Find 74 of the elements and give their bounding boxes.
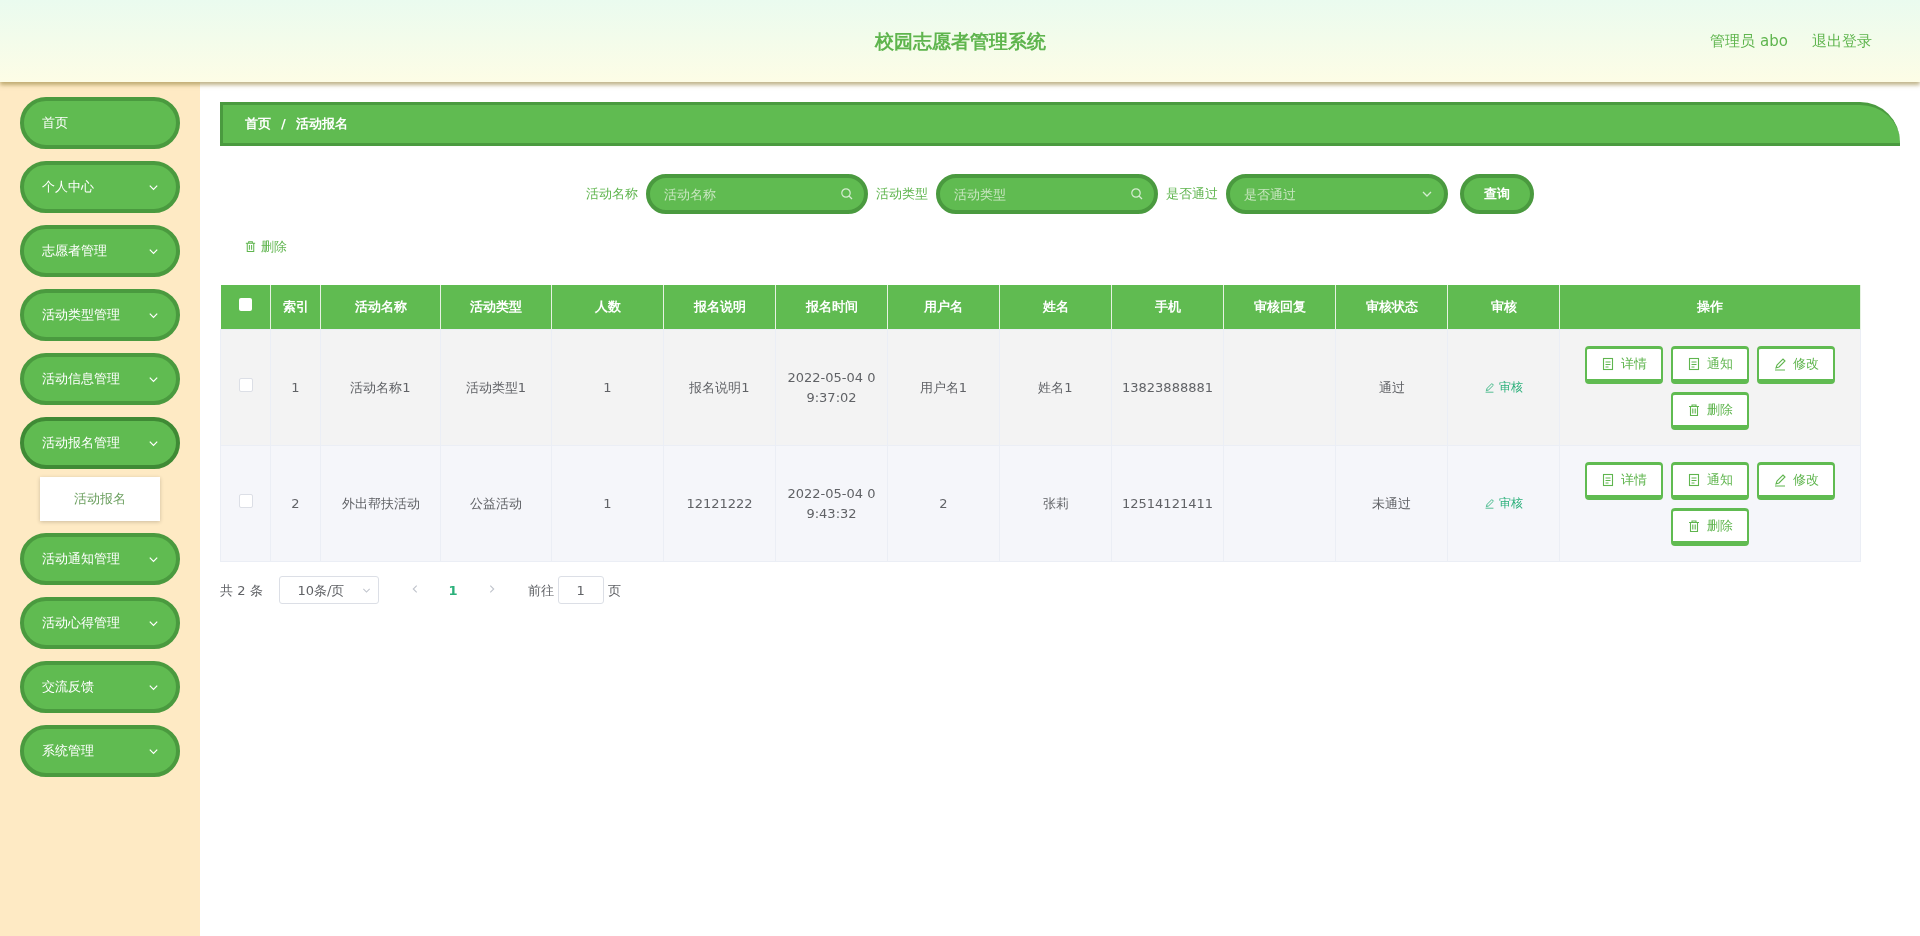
column-header: 人数 bbox=[594, 299, 621, 315]
sidebar-menu-item[interactable]: 活动心得管理 bbox=[20, 597, 180, 649]
action-button[interactable]: 修改 bbox=[1757, 461, 1835, 500]
table-cell: 活动类型1 bbox=[465, 380, 527, 395]
field-label: 活动名称 bbox=[586, 185, 638, 204]
sidebar-submenu-item[interactable]: 活动报名 bbox=[40, 477, 160, 521]
review-link[interactable]: 审核 bbox=[1478, 377, 1529, 398]
table-cell: 13823888881 bbox=[1122, 380, 1213, 395]
logout-link[interactable]: 退出登录 bbox=[1812, 29, 1872, 53]
sidebar-menu-item[interactable]: 志愿者管理 bbox=[20, 225, 180, 277]
action-button[interactable]: 修改 bbox=[1757, 345, 1835, 384]
column-header: 姓名 bbox=[1042, 299, 1069, 315]
action-button[interactable]: 详情 bbox=[1585, 345, 1663, 384]
table-cell: 2 bbox=[939, 496, 948, 511]
column-header: 报名说明 bbox=[693, 299, 746, 315]
sidebar-menu-item[interactable]: 个人中心 bbox=[20, 161, 180, 213]
sidebar-menu-item[interactable]: 系统管理 bbox=[20, 725, 180, 777]
page-input[interactable]: 1 bbox=[557, 576, 604, 605]
sidebar-menu-item[interactable]: 活动信息管理 bbox=[20, 353, 180, 405]
table-cell: 1 bbox=[291, 380, 300, 395]
table-cell: 报名说明1 bbox=[689, 380, 750, 395]
table-cell: 姓名1 bbox=[1038, 380, 1073, 395]
page-number[interactable]: 1 bbox=[442, 579, 464, 601]
table-cell: 用户名1 bbox=[919, 380, 968, 395]
sidebar-menu-item[interactable]: 活动通知管理 bbox=[20, 533, 180, 585]
column-header: 报名时间 bbox=[805, 299, 858, 315]
table-cell: 12121222 bbox=[686, 496, 753, 511]
breadcrumb-separator: / bbox=[281, 115, 286, 134]
table-cell: 2022-05-04 09:43:32 bbox=[787, 486, 876, 521]
total-count: 共 2 条 bbox=[220, 581, 263, 600]
action-button[interactable]: 通知 bbox=[1671, 461, 1749, 500]
column-header: 手机 bbox=[1154, 299, 1181, 315]
table-cell: 1 bbox=[603, 496, 612, 511]
sidebar-menu-item[interactable]: 活动类型管理 bbox=[20, 289, 180, 341]
field-label: 活动类型 bbox=[876, 185, 928, 204]
action-button[interactable]: 删除 bbox=[1671, 507, 1749, 546]
breadcrumb-item[interactable]: 首页 bbox=[245, 114, 271, 134]
admin-user-link[interactable]: 管理员 abo bbox=[1710, 29, 1788, 53]
select-field[interactable]: 是否通过 bbox=[1226, 174, 1448, 214]
app-title: 校园志愿者管理系统 bbox=[874, 29, 1046, 52]
action-button[interactable]: 通知 bbox=[1671, 345, 1749, 384]
breadcrumb-item: 活动报名 bbox=[295, 115, 348, 134]
sidebar-menu-item[interactable]: 交流反馈 bbox=[20, 661, 180, 713]
sidebar-menu-item[interactable]: 首页 bbox=[20, 97, 180, 149]
search-field[interactable]: 活动类型 bbox=[936, 174, 1158, 214]
search-field[interactable]: 活动名称 bbox=[646, 174, 868, 214]
search-button[interactable]: 查询 bbox=[1460, 174, 1534, 214]
table-cell: 公益活动 bbox=[470, 496, 522, 511]
column-header: 索引 bbox=[282, 299, 309, 315]
action-button[interactable]: 详情 bbox=[1585, 461, 1663, 500]
review-link[interactable]: 审核 bbox=[1478, 493, 1529, 514]
table-cell: 活动名称1 bbox=[350, 380, 411, 395]
table-cell: 2 bbox=[291, 496, 300, 511]
page-suffix: 页 bbox=[607, 581, 621, 600]
column-header: 用户名 bbox=[924, 299, 963, 315]
goto-label: 前往 bbox=[527, 581, 554, 600]
table-cell: 外出帮扶活动 bbox=[341, 496, 420, 511]
table-cell: 2022-05-04 09:37:02 bbox=[787, 370, 876, 405]
table-cell: 未通过 bbox=[1372, 496, 1411, 511]
table-cell: 通过 bbox=[1378, 380, 1405, 395]
table-cell: 1 bbox=[603, 380, 612, 395]
column-header: 活动名称 bbox=[354, 299, 407, 315]
column-header: 审核状态 bbox=[1365, 299, 1418, 315]
field-label: 是否通过 bbox=[1166, 185, 1218, 204]
page-size-select[interactable]: 10条/页 bbox=[278, 576, 379, 605]
column-header: 审核 bbox=[1490, 299, 1517, 315]
column-header: 操作 bbox=[1697, 299, 1723, 315]
action-button[interactable]: 删除 bbox=[1671, 391, 1749, 430]
sidebar-menu-item[interactable]: 活动报名管理 bbox=[20, 417, 180, 469]
table-cell: 12514121411 bbox=[1122, 496, 1213, 511]
column-header: 活动类型 bbox=[470, 299, 522, 315]
column-header: 审核回复 bbox=[1253, 299, 1306, 315]
delete-button[interactable]: 删除 bbox=[238, 236, 293, 258]
table-cell: 张莉 bbox=[1042, 496, 1069, 511]
